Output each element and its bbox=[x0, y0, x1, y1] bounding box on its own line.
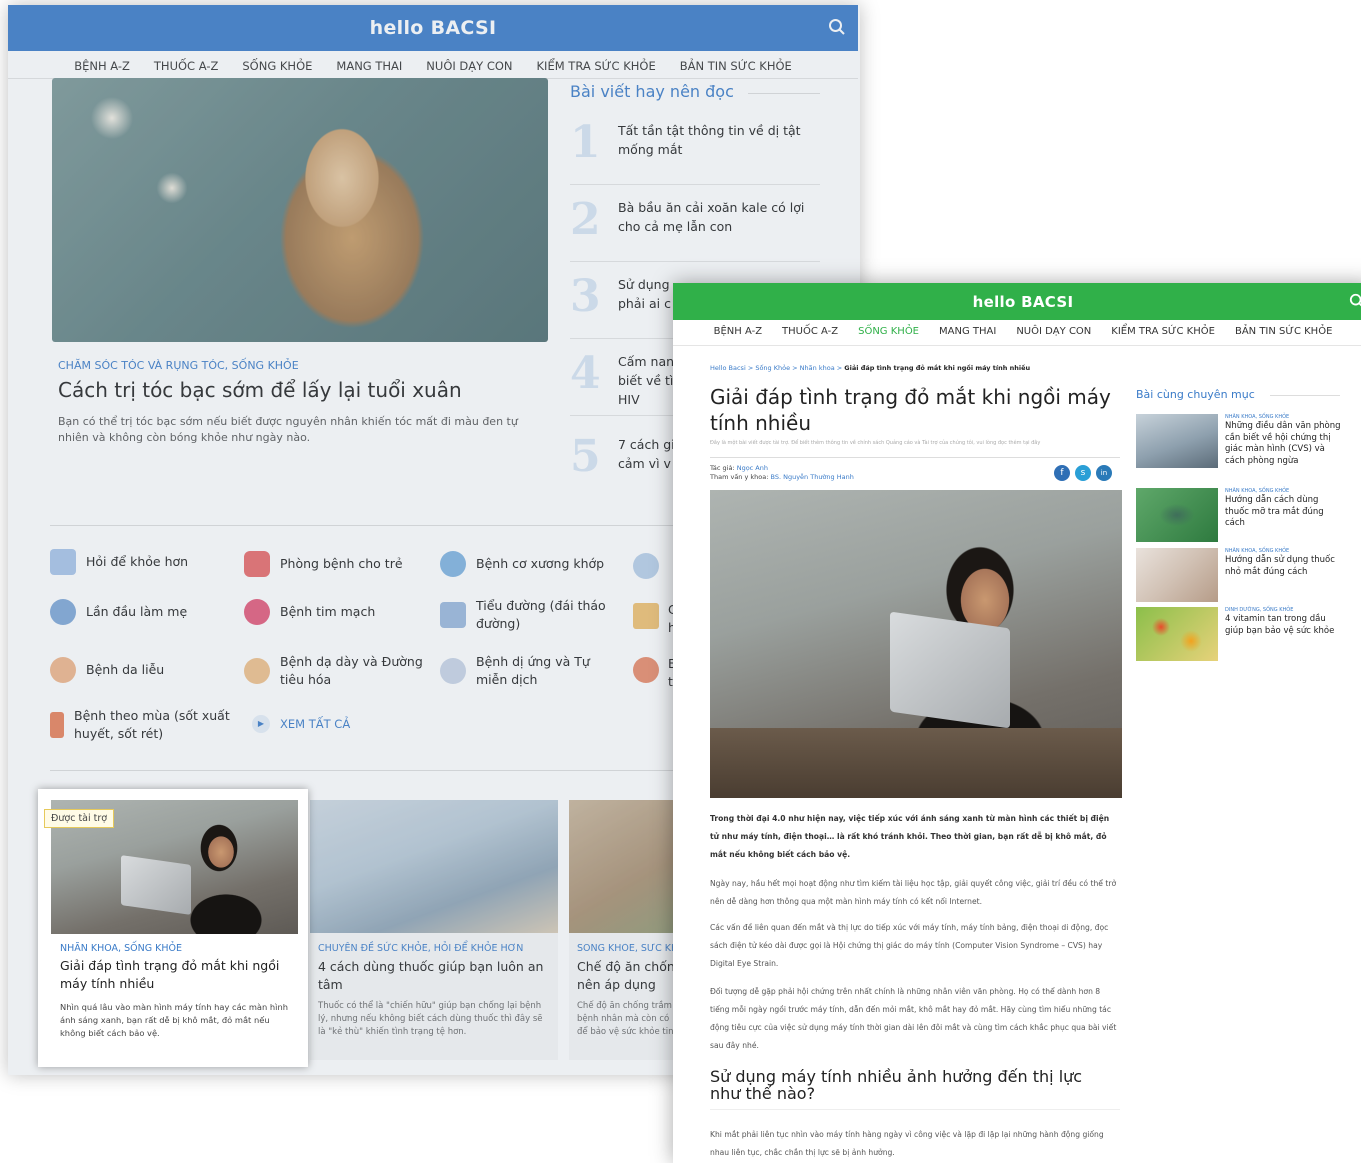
sidebar-article[interactable]: NHÃN KHOA, SỐNG KHỎE Những điều dân văn … bbox=[1136, 414, 1346, 474]
article-intro: Trong thời đại 4.0 như hiện nay, việc ti… bbox=[710, 814, 1110, 859]
sidebar-article-image[interactable] bbox=[1136, 548, 1218, 602]
article-paragraph: Ngày nay, hầu hết mọi hoạt động như tìm … bbox=[710, 879, 1117, 906]
facebook-icon[interactable]: f bbox=[1054, 465, 1070, 481]
laptop-graphic bbox=[890, 611, 1010, 729]
sponsored-card[interactable]: Được tài trợ NHÃN KHOA, SỐNG KHỎE Giải đ… bbox=[38, 789, 308, 1067]
linkedin-icon[interactable]: in bbox=[1096, 465, 1112, 481]
site-logo[interactable]: hello BACSI bbox=[973, 293, 1074, 311]
article-title: Giải đáp tình trạng đỏ mắt khi ngồi máy … bbox=[710, 385, 1111, 435]
laptop-graphic bbox=[121, 855, 191, 915]
sponsored-desc: Nhìn quá lâu vào màn hình máy tính hay c… bbox=[60, 1002, 288, 1038]
reviewer-link[interactable]: BS. Nguyễn Thường Hanh bbox=[771, 473, 854, 481]
sidebar-article-title[interactable]: Hướng dẫn sử dụng thuốc nhỏ mắt đúng các… bbox=[1225, 555, 1343, 578]
main-nav: BỆNH A-Z THUỐC A-Z SỐNG KHỎE MANG THAI N… bbox=[673, 320, 1361, 346]
reviewer-label: Tham vấn y khoa: bbox=[710, 473, 771, 481]
nav-item-thuoc-az[interactable]: THUỐC A-Z bbox=[772, 320, 848, 345]
sidebar-article[interactable]: NHÃN KHOA, SỐNG KHỎE Hướng dẫn sử dụng t… bbox=[1136, 548, 1346, 602]
nav-item-kiem-tra[interactable]: KIỂM TRA SỨC KHỎE bbox=[1101, 320, 1225, 345]
sidebar-article-title[interactable]: Những điều dân văn phòng cần biết về hội… bbox=[1225, 421, 1343, 467]
nav-item-benh-az[interactable]: BỆNH A-Z bbox=[704, 320, 772, 345]
nav-item-ban-tin[interactable]: BẢN TIN SỨC KHỎE bbox=[1225, 320, 1342, 345]
divider bbox=[1270, 395, 1340, 396]
article-page-window: hello BACSI BỆNH A-Z THUỐC A-Z SỐNG KHỎE… bbox=[673, 283, 1361, 1163]
sidebar-article[interactable]: DINH DƯỠNG, SỐNG KHỎE 4 vitamin tan tron… bbox=[1136, 607, 1346, 661]
article-paragraph: Các vấn đề liên quan đến mắt và thị lực … bbox=[710, 923, 1109, 968]
sponsored-category[interactable]: NHÃN KHOA, SỐNG KHỎE bbox=[60, 943, 182, 954]
breadcrumb-links[interactable]: Hello Bacsi > Sống Khỏe > Nhãn khoa > bbox=[710, 364, 844, 372]
author-link[interactable]: Ngọc Anh bbox=[737, 464, 768, 472]
sidebar-article-image[interactable] bbox=[1136, 414, 1218, 468]
sidebar-article-title[interactable]: 4 vitamin tan trong dầu giúp bạn bảo vệ … bbox=[1225, 614, 1343, 637]
sidebar-article-image[interactable] bbox=[1136, 488, 1218, 542]
social-share: f s in bbox=[1054, 465, 1112, 481]
reviewer-line: Tham vấn y khoa: BS. Nguyễn Thường Hanh bbox=[710, 473, 854, 482]
search-icon[interactable] bbox=[1349, 293, 1361, 309]
article-subheading: Sử dụng máy tính nhiều ảnh hưởng đến thị… bbox=[710, 1067, 1083, 1103]
divider bbox=[710, 1109, 1120, 1110]
divider bbox=[710, 457, 1120, 458]
table-graphic bbox=[710, 728, 1122, 798]
skype-icon[interactable]: s bbox=[1075, 465, 1091, 481]
sidebar-article-category[interactable]: NHÃN KHOA, SỐNG KHỎE bbox=[1225, 548, 1289, 554]
nav-item-mang-thai[interactable]: MANG THAI bbox=[929, 320, 1006, 345]
breadcrumb[interactable]: Hello Bacsi > Sống Khỏe > Nhãn khoa > Gi… bbox=[710, 364, 1030, 372]
sidebar-article-category[interactable]: DINH DƯỠNG, SỐNG KHỎE bbox=[1225, 607, 1293, 613]
breadcrumb-current: Giải đáp tình trạng đỏ mắt khi ngồi máy … bbox=[844, 364, 1031, 372]
author-label: Tác giả: bbox=[710, 464, 737, 472]
nav-item-song-khoe[interactable]: SỐNG KHỎE bbox=[848, 320, 929, 345]
sidebar-title: Bài cùng chuyên mục bbox=[1136, 388, 1255, 401]
author-line: Tác giả: Ngọc Anh bbox=[710, 464, 768, 473]
site-header: hello BACSI bbox=[673, 283, 1361, 320]
sidebar-article-category[interactable]: NHÃN KHOA, SỐNG KHỎE bbox=[1225, 414, 1289, 420]
sidebar-article[interactable]: NHÃN KHOA, SỐNG KHỎE Hướng dẫn cách dùng… bbox=[1136, 488, 1346, 546]
article-paragraph: Đối tượng dễ gặp phải hội chứng trên nhấ… bbox=[710, 987, 1117, 1050]
sponsored-badge: Được tài trợ bbox=[44, 809, 115, 828]
sponsored-title[interactable]: Giải đáp tình trạng đỏ mắt khi ngồi máy … bbox=[60, 957, 285, 993]
article-main-image bbox=[710, 490, 1122, 798]
nav-item-nuoi-day-con[interactable]: NUÔI DẠY CON bbox=[1006, 320, 1101, 345]
sidebar-article-image[interactable] bbox=[1136, 607, 1218, 661]
sidebar-article-category[interactable]: NHÃN KHOA, SỐNG KHỎE bbox=[1225, 488, 1289, 494]
sponsored-disclaimer: Đây là một bài viết được tài trợ. Để biế… bbox=[710, 440, 1041, 446]
sidebar-article-title[interactable]: Hướng dẫn cách dùng thuốc mỡ tra mắt đún… bbox=[1225, 495, 1343, 530]
